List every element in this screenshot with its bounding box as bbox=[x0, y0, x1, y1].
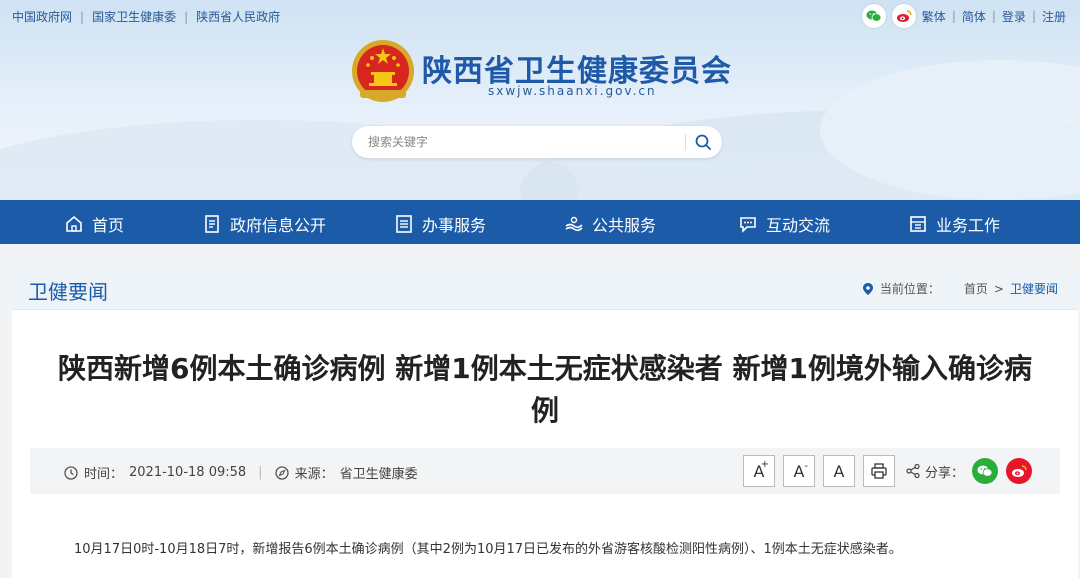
search-input[interactable] bbox=[368, 132, 678, 152]
search-icon[interactable] bbox=[694, 133, 712, 151]
nav-item-public-services[interactable]: 公共服务 bbox=[564, 212, 656, 236]
site-header: 中国政府网 | 国家卫生健康委 | 陕西省人民政府 繁体 | 简体 | 登录 |… bbox=[0, 0, 1080, 200]
printer-icon bbox=[871, 463, 887, 479]
share-weibo-icon[interactable] bbox=[1006, 458, 1032, 484]
time-label: 时间： bbox=[84, 467, 124, 482]
clock-icon bbox=[64, 465, 78, 480]
search-box bbox=[352, 126, 722, 158]
wechat-icon[interactable] bbox=[861, 4, 886, 28]
national-emblem-icon bbox=[352, 40, 414, 102]
share-group: 分享： bbox=[905, 462, 964, 481]
nav-item-services[interactable]: 办事服务 bbox=[394, 212, 486, 236]
separator: | bbox=[258, 465, 263, 480]
article-title: 陕西新增6例本土确诊病例 新增1例本土无症状感染者 新增1例境外输入确诊病例 bbox=[58, 352, 1032, 427]
article: 陕西新增6例本土确诊病例 新增1例本土无症状感染者 新增1例境外输入确诊病例 时… bbox=[12, 310, 1078, 578]
article-body-paragraph: 10月17日0时-10月18日7时，新增报告6例本土确诊病例（其中2例为10月1… bbox=[74, 542, 902, 557]
site-domain: sxwjw.shaanxi.gov.cn bbox=[488, 84, 657, 98]
minus-icon: - bbox=[804, 461, 808, 472]
separator: | bbox=[184, 9, 189, 24]
font-decrease-button[interactable]: A- bbox=[782, 455, 815, 487]
separator: | bbox=[80, 9, 85, 24]
hands-icon bbox=[565, 216, 583, 232]
location-pin-icon bbox=[862, 282, 873, 295]
separator: | bbox=[991, 9, 996, 23]
font-reset-button[interactable]: A bbox=[822, 455, 855, 487]
font-increase-button[interactable]: A + bbox=[742, 455, 775, 487]
login-link[interactable]: 登录 bbox=[1002, 8, 1026, 25]
register-link[interactable]: 注册 bbox=[1042, 8, 1066, 25]
share-wechat-icon[interactable] bbox=[972, 458, 998, 484]
publish-time: 2021-10-18 09:58 bbox=[129, 465, 247, 480]
nav-item-label: 政府信息公开 bbox=[230, 216, 327, 235]
breadcrumb-current[interactable]: 卫健要闻 bbox=[1010, 280, 1058, 297]
document-icon bbox=[205, 215, 219, 233]
compass-icon bbox=[274, 465, 289, 480]
chat-icon bbox=[740, 217, 756, 233]
nav-item-business[interactable]: 业务工作 bbox=[908, 212, 1000, 236]
breadcrumb-label: 当前位置： bbox=[879, 282, 940, 296]
article-source: 省卫生健康委 bbox=[339, 467, 418, 482]
separator: | bbox=[1031, 9, 1036, 23]
nav-item-label: 公共服务 bbox=[592, 216, 657, 235]
list-icon bbox=[396, 215, 412, 233]
search-divider bbox=[685, 134, 686, 150]
nav-item-label: 首页 bbox=[92, 216, 125, 235]
breadcrumb: 当前位置： 首页 > 卫健要闻 bbox=[862, 280, 1058, 297]
print-button[interactable] bbox=[862, 455, 895, 487]
top-right-links: 繁体 | 简体 | 登录 | 注册 bbox=[861, 4, 1066, 28]
top-link-nhc[interactable]: 国家卫生健康委 bbox=[92, 8, 176, 25]
section-title: 卫健要闻 bbox=[28, 280, 108, 304]
breadcrumb-separator: > bbox=[993, 281, 1004, 296]
article-meta-bar: 时间： 2021-10-18 09:58 | 来源： 省卫生健康委 A + A- … bbox=[30, 448, 1060, 494]
traditional-chinese-link[interactable]: 繁体 bbox=[922, 8, 946, 25]
font-button-label: A bbox=[833, 461, 845, 481]
nav-item-label: 互动交流 bbox=[766, 216, 831, 235]
nav-item-gov-info[interactable]: 政府信息公开 bbox=[202, 212, 326, 236]
plus-icon: + bbox=[760, 459, 769, 470]
article-meta: 时间： 2021-10-18 09:58 | 来源： 省卫生健康委 bbox=[64, 463, 418, 482]
nav-item-home[interactable]: 首页 bbox=[64, 212, 124, 236]
nav-item-interaction[interactable]: 互动交流 bbox=[738, 212, 830, 236]
nav-item-label: 办事服务 bbox=[422, 216, 487, 235]
top-link-shaanxi-gov[interactable]: 陕西省人民政府 bbox=[196, 8, 280, 25]
home-icon bbox=[66, 215, 82, 232]
top-link-gov[interactable]: 中国政府网 bbox=[12, 8, 72, 25]
top-links: 中国政府网 | 国家卫生健康委 | 陕西省人民政府 bbox=[12, 8, 280, 25]
font-button-label: A bbox=[793, 461, 805, 481]
source-label: 来源： bbox=[294, 467, 334, 482]
nav-item-label: 业务工作 bbox=[936, 216, 1001, 235]
article-tools: A + A- A 分享： bbox=[742, 455, 1032, 487]
main-nav: 首页 政府信息公开 办事服务 公共服务 互动交流 业务工作 bbox=[0, 200, 1080, 244]
work-icon bbox=[910, 216, 926, 232]
share-label: 分享： bbox=[924, 465, 964, 481]
weibo-icon[interactable] bbox=[891, 4, 916, 28]
share-icon bbox=[906, 463, 920, 479]
section-header: 卫健要闻 当前位置： 首页 > 卫健要闻 bbox=[12, 264, 1078, 310]
breadcrumb-home[interactable]: 首页 bbox=[964, 280, 988, 297]
simplified-chinese-link[interactable]: 简体 bbox=[962, 8, 986, 25]
separator: | bbox=[951, 9, 956, 23]
